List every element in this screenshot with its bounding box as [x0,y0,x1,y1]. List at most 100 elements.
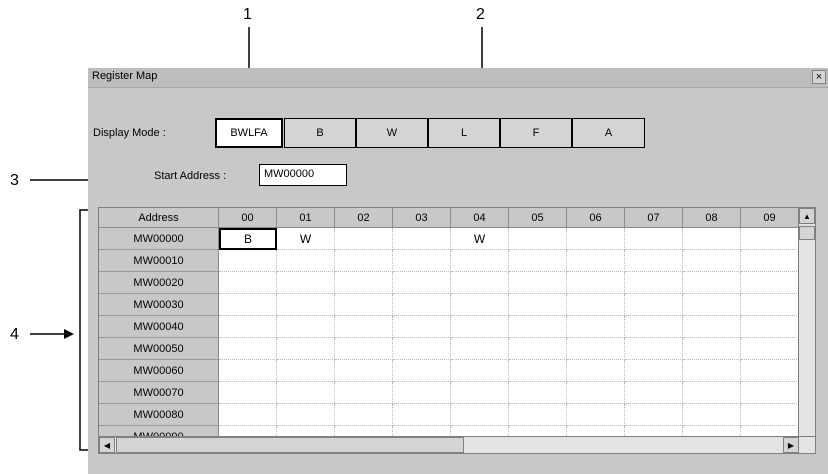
register-cell[interactable] [335,272,393,294]
register-cell[interactable] [335,382,393,404]
register-cell[interactable] [335,250,393,272]
register-cell[interactable] [451,316,509,338]
register-cell[interactable] [393,360,451,382]
register-cell[interactable] [335,316,393,338]
register-cell[interactable] [219,360,277,382]
register-cell[interactable] [509,228,567,250]
register-cell[interactable] [683,338,741,360]
register-cell[interactable] [625,404,683,426]
start-address-input[interactable]: MW00000 [259,164,347,186]
register-cell[interactable] [567,294,625,316]
register-cell[interactable]: W [451,228,509,250]
register-cell[interactable] [277,382,335,404]
register-cell[interactable] [741,382,799,404]
register-cell[interactable] [335,404,393,426]
vertical-scroll-thumb[interactable] [799,226,815,240]
register-cell[interactable] [683,294,741,316]
scroll-right-icon[interactable]: ▶ [783,437,799,453]
register-cell[interactable] [393,272,451,294]
register-cell[interactable] [741,338,799,360]
display-mode-button-w[interactable]: W [356,118,428,148]
register-cell[interactable] [741,228,799,250]
register-cell[interactable] [567,228,625,250]
register-cell[interactable] [683,228,741,250]
register-cell[interactable] [509,250,567,272]
register-cell[interactable] [509,382,567,404]
register-cell[interactable] [625,338,683,360]
register-cell[interactable] [451,338,509,360]
register-cell[interactable] [393,338,451,360]
register-cell[interactable] [219,250,277,272]
display-mode-button-l[interactable]: L [428,118,500,148]
register-cell[interactable] [509,316,567,338]
register-cell[interactable] [277,294,335,316]
register-cell[interactable] [741,250,799,272]
register-cell[interactable] [277,316,335,338]
register-cell[interactable] [277,250,335,272]
register-cell[interactable] [567,338,625,360]
register-cell[interactable] [277,404,335,426]
register-cell[interactable] [625,228,683,250]
register-cell[interactable] [683,250,741,272]
register-cell[interactable] [219,338,277,360]
register-cell[interactable] [683,272,741,294]
register-cell[interactable] [509,360,567,382]
register-cell[interactable] [393,250,451,272]
register-cell[interactable] [625,294,683,316]
register-cell[interactable] [219,294,277,316]
register-cell[interactable] [567,404,625,426]
register-cell[interactable]: B [219,228,277,250]
display-mode-button-b[interactable]: B [284,118,356,148]
register-cell[interactable] [393,294,451,316]
register-cell[interactable] [451,250,509,272]
register-cell[interactable] [625,316,683,338]
register-cell[interactable] [509,338,567,360]
register-cell[interactable] [451,272,509,294]
register-cell[interactable] [741,316,799,338]
register-cell[interactable] [335,338,393,360]
register-cell[interactable] [567,250,625,272]
register-cell[interactable] [625,382,683,404]
display-mode-button-a[interactable]: A [572,118,645,148]
register-cell[interactable] [509,404,567,426]
register-cell[interactable] [219,382,277,404]
register-cell[interactable] [741,360,799,382]
register-cell[interactable] [683,404,741,426]
register-cell[interactable] [741,404,799,426]
register-cell[interactable]: W [277,228,335,250]
register-cell[interactable] [625,360,683,382]
register-cell[interactable] [335,228,393,250]
register-cell[interactable] [683,360,741,382]
register-cell[interactable] [393,316,451,338]
register-cell[interactable] [451,382,509,404]
register-cell[interactable] [741,272,799,294]
close-icon[interactable]: × [812,70,826,84]
register-cell[interactable] [567,272,625,294]
register-cell[interactable] [393,382,451,404]
register-cell[interactable] [567,316,625,338]
horizontal-scrollbar[interactable]: ◀ ▶ [99,436,815,453]
register-cell[interactable] [393,228,451,250]
register-cell[interactable] [509,294,567,316]
horizontal-scroll-thumb[interactable] [116,437,464,453]
register-cell[interactable] [567,360,625,382]
register-cell[interactable] [219,272,277,294]
register-cell[interactable] [683,382,741,404]
vertical-scrollbar[interactable]: ▲ [798,208,815,437]
register-cell[interactable] [393,404,451,426]
display-mode-button-f[interactable]: F [500,118,572,148]
register-cell[interactable] [277,272,335,294]
register-cell[interactable] [567,382,625,404]
register-cell[interactable] [741,294,799,316]
register-cell[interactable] [219,316,277,338]
register-cell[interactable] [335,294,393,316]
register-cell[interactable] [625,272,683,294]
scroll-left-icon[interactable]: ◀ [99,437,115,453]
register-cell[interactable] [509,272,567,294]
display-mode-button-bwlfa[interactable]: BWLFA [215,118,283,148]
register-cell[interactable] [219,404,277,426]
register-cell[interactable] [277,360,335,382]
register-cell[interactable] [451,404,509,426]
register-cell[interactable] [625,250,683,272]
register-cell[interactable] [683,316,741,338]
